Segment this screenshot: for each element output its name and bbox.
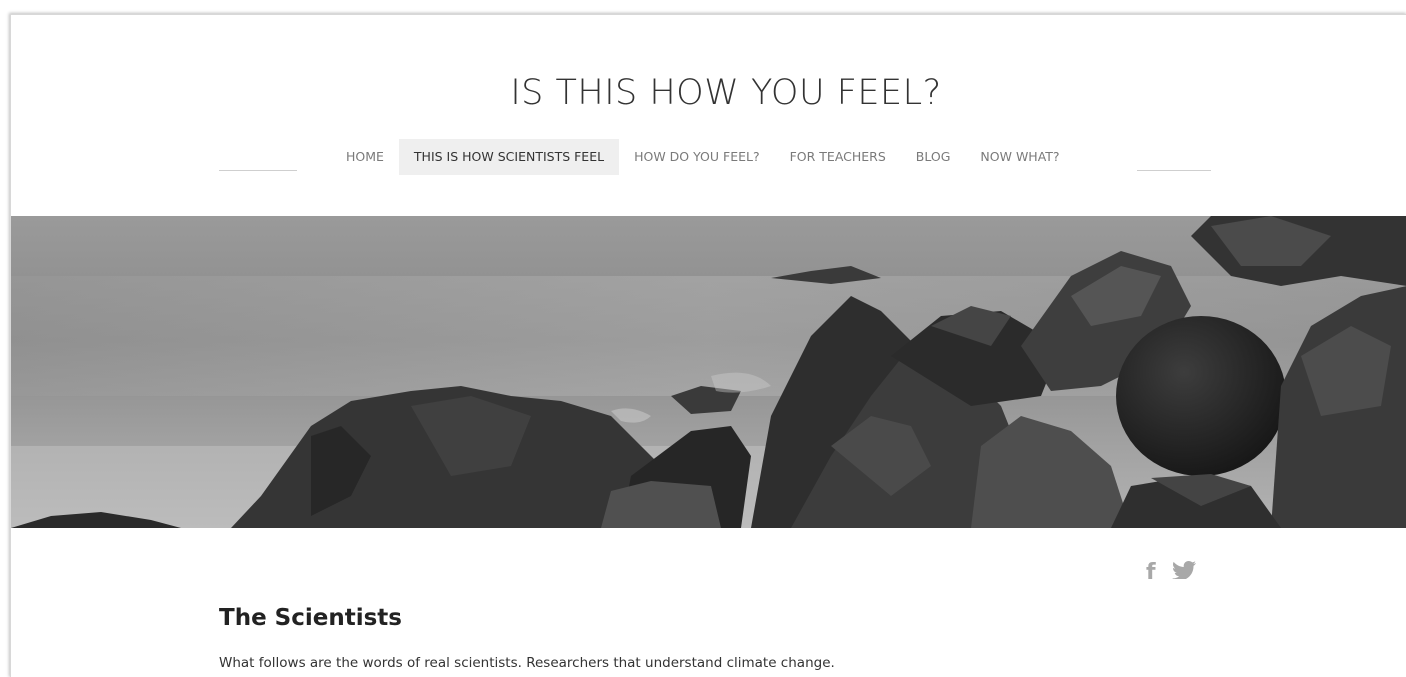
twitter-icon[interactable] (1171, 561, 1196, 584)
page-frame: IS THIS HOW YOU FEEL? HOME THIS IS HOW S… (10, 14, 1406, 677)
twitter-bird-icon (1171, 561, 1196, 581)
social-links: f (1146, 560, 1196, 585)
section-heading: The Scientists (219, 605, 402, 631)
nav-item-how-do-you-feel[interactable]: HOW DO YOU FEEL? (619, 139, 775, 175)
nav-item-now-what[interactable]: NOW WHAT? (965, 139, 1074, 175)
site-title[interactable]: IS THIS HOW YOU FEEL? (11, 73, 1406, 113)
rocky-seashore-photo (11, 216, 1406, 528)
nav-divider-left (219, 170, 297, 171)
nav-divider-right (1137, 170, 1211, 171)
main-nav: HOME THIS IS HOW SCIENTISTS FEEL HOW DO … (331, 139, 1075, 175)
nav-item-home[interactable]: HOME (331, 139, 399, 175)
hero-image (11, 216, 1406, 528)
nav-item-scientists[interactable]: THIS IS HOW SCIENTISTS FEEL (398, 139, 620, 175)
intro-paragraph: What follows are the words of real scien… (219, 655, 835, 671)
facebook-icon[interactable]: f (1146, 560, 1156, 585)
nav-item-blog[interactable]: BLOG (901, 139, 966, 175)
nav-item-for-teachers[interactable]: FOR TEACHERS (775, 139, 901, 175)
